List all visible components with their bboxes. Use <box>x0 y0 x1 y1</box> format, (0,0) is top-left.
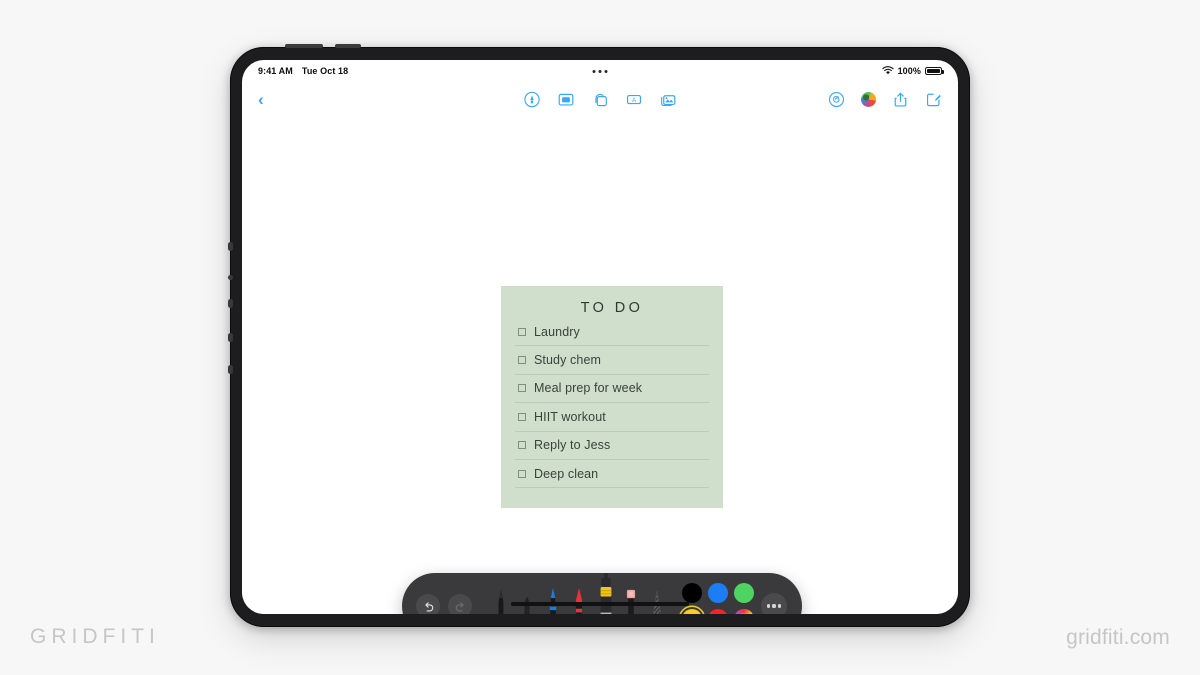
todo-item[interactable]: Study chem <box>515 346 709 375</box>
undo-icon[interactable] <box>416 594 440 614</box>
color-swatch-group <box>682 583 754 614</box>
app-toolbar: ‹ A <box>242 82 958 116</box>
power-button[interactable] <box>285 44 323 48</box>
todo-item[interactable]: Reply to Jess <box>515 432 709 460</box>
home-indicator[interactable] <box>511 602 689 606</box>
todo-checkbox[interactable] <box>518 441 526 450</box>
toolbar-center-group: A <box>524 91 677 108</box>
todo-item[interactable]: HIIT workout <box>515 403 709 432</box>
swatch-green[interactable] <box>734 583 754 603</box>
smart-connector-dot <box>228 333 233 342</box>
battery-icon <box>925 67 944 75</box>
compose-pencil-icon[interactable] <box>925 91 942 108</box>
back-button[interactable]: ‹ <box>258 91 264 108</box>
todo-item-label: Meal prep for week <box>534 381 643 396</box>
fountain-pen-tool[interactable]: A <box>494 587 507 614</box>
todo-item-label: HIIT workout <box>534 409 606 424</box>
share-up-arrow-icon[interactable] <box>892 91 909 108</box>
text-box-icon[interactable]: A <box>626 91 643 108</box>
todo-sticky-note[interactable]: TO DO Laundry Study chem Meal prep for wee… <box>501 286 723 508</box>
status-bar-left: 9:41 AM Tue Oct 18 <box>258 66 348 76</box>
screenshot-root: GRIDFITI gridfiti.com 9:41 AM Tue Oct 18 <box>0 0 1200 675</box>
lasso-spiral-icon[interactable] <box>828 91 845 108</box>
swatch-rainbow[interactable] <box>734 609 754 614</box>
todo-checkbox[interactable] <box>518 469 526 478</box>
watermark-gridfiti: GRIDFITI <box>30 625 160 648</box>
yellow-highlighter-tool[interactable] <box>598 573 612 614</box>
status-bar: 9:41 AM Tue Oct 18 100% <box>242 60 958 82</box>
undo-redo-group <box>402 594 472 614</box>
volume-button[interactable] <box>335 44 361 48</box>
todo-checkbox[interactable] <box>518 327 526 336</box>
swatch-yellow[interactable] <box>682 609 702 614</box>
ipad-device-frame: 9:41 AM Tue Oct 18 100% ‹ A TO DO Laundr… <box>228 44 970 627</box>
pen-circle-icon[interactable] <box>524 91 541 108</box>
wifi-icon <box>881 65 894 77</box>
more-options-icon[interactable] <box>761 593 787 614</box>
status-bar-right: 100% <box>881 65 944 77</box>
todo-checkbox[interactable] <box>518 412 526 421</box>
color-palette-icon[interactable] <box>861 91 876 107</box>
drawing-tools-group: A <box>494 573 663 614</box>
blue-pen-tool[interactable] <box>546 587 559 614</box>
note-canvas[interactable]: TO DO Laundry Study chem Meal prep for wee… <box>242 116 958 614</box>
apple-pencil-toolbar[interactable]: A <box>402 573 802 614</box>
swatch-blue[interactable] <box>708 583 728 603</box>
smart-connector-dot <box>228 242 233 251</box>
smart-connector-dot <box>228 365 233 374</box>
red-marker-tool[interactable] <box>572 587 585 614</box>
battery-percent-label: 100% <box>897 66 921 76</box>
toolbar-right-group <box>828 91 942 108</box>
todo-item[interactable]: Deep clean <box>515 460 709 489</box>
todo-item-label: Study chem <box>534 353 602 368</box>
ipad-screen: 9:41 AM Tue Oct 18 100% ‹ A TO DO Laundr… <box>242 60 958 614</box>
photo-stack-icon[interactable] <box>660 91 677 108</box>
redo-icon[interactable] <box>448 594 472 614</box>
smart-connector-dot <box>228 299 233 308</box>
todo-checkbox[interactable] <box>518 384 526 393</box>
todo-item[interactable]: Meal prep for week <box>515 375 709 404</box>
todo-item-label: Reply to Jess <box>534 438 611 453</box>
smart-connector-dot <box>228 275 233 280</box>
swatch-red[interactable] <box>708 609 728 614</box>
sticker-window-icon[interactable] <box>558 91 575 108</box>
todo-item-label: Laundry <box>534 324 580 339</box>
watermark-gridfiti-url: gridfiti.com <box>1066 626 1170 649</box>
todo-list: Laundry Study chem Meal prep for week HIIT … <box>515 318 709 489</box>
status-date: Tue Oct 18 <box>301 66 349 76</box>
todo-checkbox[interactable] <box>518 356 526 365</box>
note-title: TO DO <box>580 300 644 316</box>
todo-item-label: Deep clean <box>534 466 599 481</box>
multitask-handle-icon[interactable] <box>592 69 608 73</box>
stacked-pages-icon[interactable] <box>592 91 609 108</box>
todo-item[interactable]: Laundry <box>515 318 709 347</box>
swatch-black[interactable] <box>682 583 702 603</box>
status-time: 9:41 AM <box>258 66 293 76</box>
